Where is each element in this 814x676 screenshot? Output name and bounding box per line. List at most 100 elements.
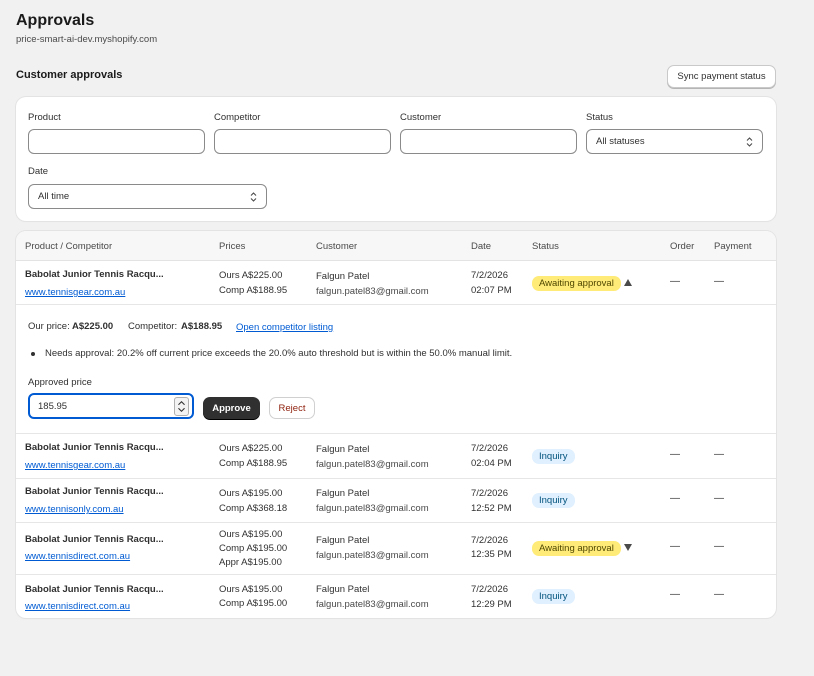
open-competitor-listing-link[interactable]: Open competitor listing (236, 322, 333, 333)
competitor-price: Comp A$195.00 (219, 543, 288, 554)
approve-button[interactable]: Approve (203, 397, 260, 419)
order-value: — (670, 541, 680, 552)
approved-price: Appr A$195.00 (219, 557, 282, 568)
customer-filter-label: Customer (400, 112, 442, 123)
section-title: Customer approvals (16, 69, 123, 81)
status-badge: Awaiting approval (532, 276, 621, 291)
table-row[interactable]: Babolat Junior Tennis Racqu... www.tenni… (16, 575, 776, 618)
status-badge: Awaiting approval (532, 541, 621, 556)
column-header: Payment (714, 241, 752, 252)
status-badge: Inquiry (532, 449, 575, 464)
our-price: Ours A$195.00 (219, 584, 283, 595)
table-row[interactable]: Babolat Junior Tennis Racqu... www.tenni… (16, 434, 776, 479)
competitor-price: Comp A$188.95 (219, 285, 288, 296)
customer-name: Falgun Patel (316, 444, 370, 455)
select-arrows-icon (250, 192, 257, 202)
payment-value: — (714, 276, 724, 287)
approved-price-input[interactable]: 185.95 (28, 393, 194, 419)
caret-up-icon[interactable] (624, 279, 632, 286)
competitor-filter-label: Competitor (214, 112, 261, 123)
order-value: — (670, 449, 680, 460)
status-filter-label: Status (586, 112, 613, 123)
product-name: Babolat Junior Tennis Racqu... (25, 584, 164, 595)
competitor-filter-input[interactable] (214, 129, 391, 154)
request-date: 7/2/2026 (471, 488, 508, 499)
our-price: Ours A$195.00 (219, 488, 283, 499)
customer-email: falgun.patel83@gmail.com (316, 550, 429, 561)
customer-email: falgun.patel83@gmail.com (316, 286, 429, 297)
select-arrows-icon (746, 137, 753, 147)
customer-name: Falgun Patel (316, 488, 370, 499)
competitor-link[interactable]: www.tennisdirect.com.au (25, 551, 130, 562)
status-filter-select[interactable]: All statuses (586, 129, 763, 154)
request-date: 7/2/2026 (471, 535, 508, 546)
column-header: Order (670, 241, 695, 252)
page-title: Approvals (16, 12, 95, 29)
column-header: Prices (219, 241, 246, 252)
approval-detail-panel: Our price: A$225.00 Competitor: A$188.95… (16, 305, 776, 434)
competitor-link[interactable]: www.tennisdirect.com.au (25, 601, 130, 612)
bullet (31, 352, 35, 356)
customer-name: Falgun Patel (316, 535, 370, 546)
shop-domain: price-smart-ai-dev.myshopify.com (16, 34, 158, 45)
payment-value: — (714, 589, 724, 600)
table-row[interactable]: Babolat Junior Tennis Racqu... www.tenni… (16, 479, 776, 523)
customer-name: Falgun Patel (316, 584, 370, 595)
approved-price-label: Approved price (28, 377, 92, 388)
customer-email: falgun.patel83@gmail.com (316, 599, 429, 610)
approvals-table: Product / Competitor Prices Customer Dat… (16, 231, 776, 618)
date-filter-select[interactable]: All time (28, 184, 267, 209)
approval-reason: Needs approval: 20.2% off current price … (45, 348, 513, 359)
customer-filter-input[interactable] (400, 129, 577, 154)
competitor-price-value: A$188.95 (181, 321, 223, 332)
column-header: Status (532, 241, 559, 252)
order-value: — (670, 589, 680, 600)
product-filter-label: Product (28, 112, 61, 123)
our-price-label: Our price: (28, 321, 70, 332)
request-date: 7/2/2026 (471, 270, 508, 281)
order-value: — (670, 493, 680, 504)
our-price: Ours A$225.00 (219, 443, 283, 454)
customer-email: falgun.patel83@gmail.com (316, 459, 429, 470)
product-name: Babolat Junior Tennis Racqu... (25, 442, 164, 453)
caret-down-icon[interactable] (624, 544, 632, 551)
number-stepper-icon[interactable] (174, 397, 189, 416)
payment-value: — (714, 541, 724, 552)
approved-price-value: 185.95 (38, 401, 68, 412)
request-time: 12:52 PM (471, 503, 512, 514)
product-filter-input[interactable] (28, 129, 205, 154)
request-date: 7/2/2026 (471, 584, 508, 595)
competitor-price: Comp A$195.00 (219, 598, 288, 609)
competitor-link[interactable]: www.tennisgear.com.au (25, 287, 125, 298)
column-header: Date (471, 241, 492, 252)
date-filter-value: All time (38, 191, 70, 202)
customer-email: falgun.patel83@gmail.com (316, 503, 429, 514)
reject-button[interactable]: Reject (269, 397, 315, 419)
request-time: 02:07 PM (471, 285, 512, 296)
filters-card: Product Competitor Customer Status All s… (16, 97, 776, 221)
our-price-value: A$225.00 (72, 321, 114, 332)
column-header: Customer (316, 241, 358, 252)
request-time: 12:35 PM (471, 549, 512, 560)
competitor-price: Comp A$188.95 (219, 458, 288, 469)
request-time: 02:04 PM (471, 458, 512, 469)
table-row[interactable]: Babolat Junior Tennis Racqu... www.tenni… (16, 523, 776, 575)
status-badge: Inquiry (532, 493, 575, 508)
competitor-link[interactable]: www.tennisonly.com.au (25, 504, 124, 515)
our-price: Ours A$195.00 (219, 529, 283, 540)
product-name: Babolat Junior Tennis Racqu... (25, 534, 164, 545)
status-badge: Inquiry (532, 589, 575, 604)
payment-value: — (714, 493, 724, 504)
sync-payment-status-button[interactable]: Sync payment status (667, 65, 776, 88)
date-filter-label: Date (28, 166, 49, 177)
request-date: 7/2/2026 (471, 443, 508, 454)
competitor-price: Comp A$368.18 (219, 503, 288, 514)
status-filter-value: All statuses (596, 136, 645, 147)
product-name: Babolat Junior Tennis Racqu... (25, 486, 164, 497)
competitor-price-label: Competitor: (128, 321, 178, 332)
our-price: Ours A$225.00 (219, 270, 283, 281)
competitor-link[interactable]: www.tennisgear.com.au (25, 460, 125, 471)
payment-value: — (714, 449, 724, 460)
table-row[interactable]: Babolat Junior Tennis Racqu... www.tenni… (16, 261, 776, 305)
order-value: — (670, 276, 680, 287)
